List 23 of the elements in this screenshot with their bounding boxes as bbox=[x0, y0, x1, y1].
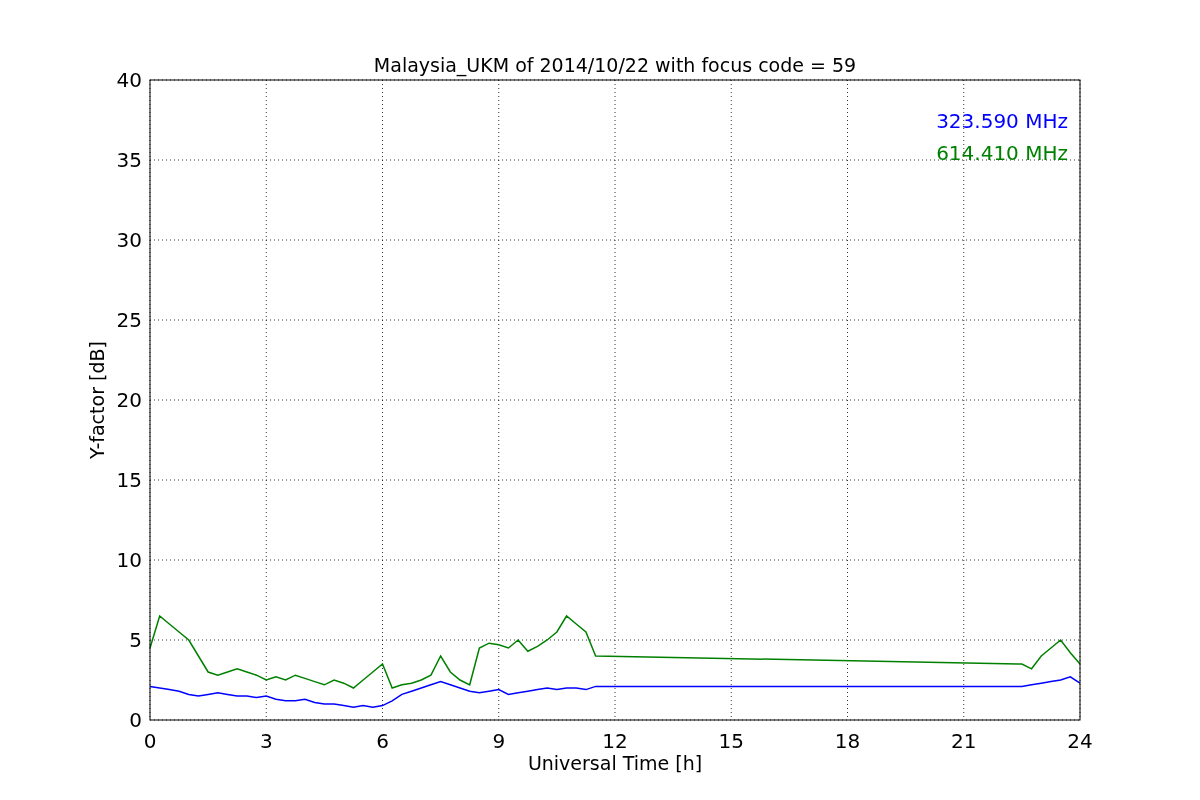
y-tick-label: 40 bbox=[116, 68, 142, 92]
y-tick-label: 25 bbox=[116, 308, 142, 332]
chart-title: Malaysia_UKM of 2014/10/22 with focus code = 59 bbox=[373, 54, 857, 76]
y-axis-label: Y-factor [dB] bbox=[86, 341, 108, 459]
x-tick-label: 24 bbox=[1067, 729, 1093, 753]
legend-label: 323.590 MHz bbox=[936, 109, 1068, 133]
y-tick-label: 0 bbox=[129, 708, 142, 732]
x-tick-label: 21 bbox=[951, 729, 977, 753]
legend-label: 614.410 MHz bbox=[936, 141, 1068, 165]
y-tick-label: 30 bbox=[116, 228, 142, 252]
x-tick-label: 18 bbox=[834, 729, 861, 753]
y-tick-label: 5 bbox=[129, 628, 142, 652]
x-tick-label: 15 bbox=[718, 729, 744, 753]
x-axis-label: Universal Time [h] bbox=[527, 752, 703, 774]
y-tick-label: 20 bbox=[116, 388, 142, 412]
y-tick-label: 15 bbox=[116, 468, 142, 492]
x-tick-label: 9 bbox=[492, 729, 506, 753]
y-tick-label: 35 bbox=[116, 148, 142, 172]
x-tick-label: 12 bbox=[602, 729, 628, 753]
x-tick-label: 0 bbox=[143, 729, 157, 753]
y-tick-label: 10 bbox=[116, 548, 142, 572]
x-tick-label: 6 bbox=[376, 729, 389, 753]
x-tick-label: 3 bbox=[259, 729, 273, 753]
